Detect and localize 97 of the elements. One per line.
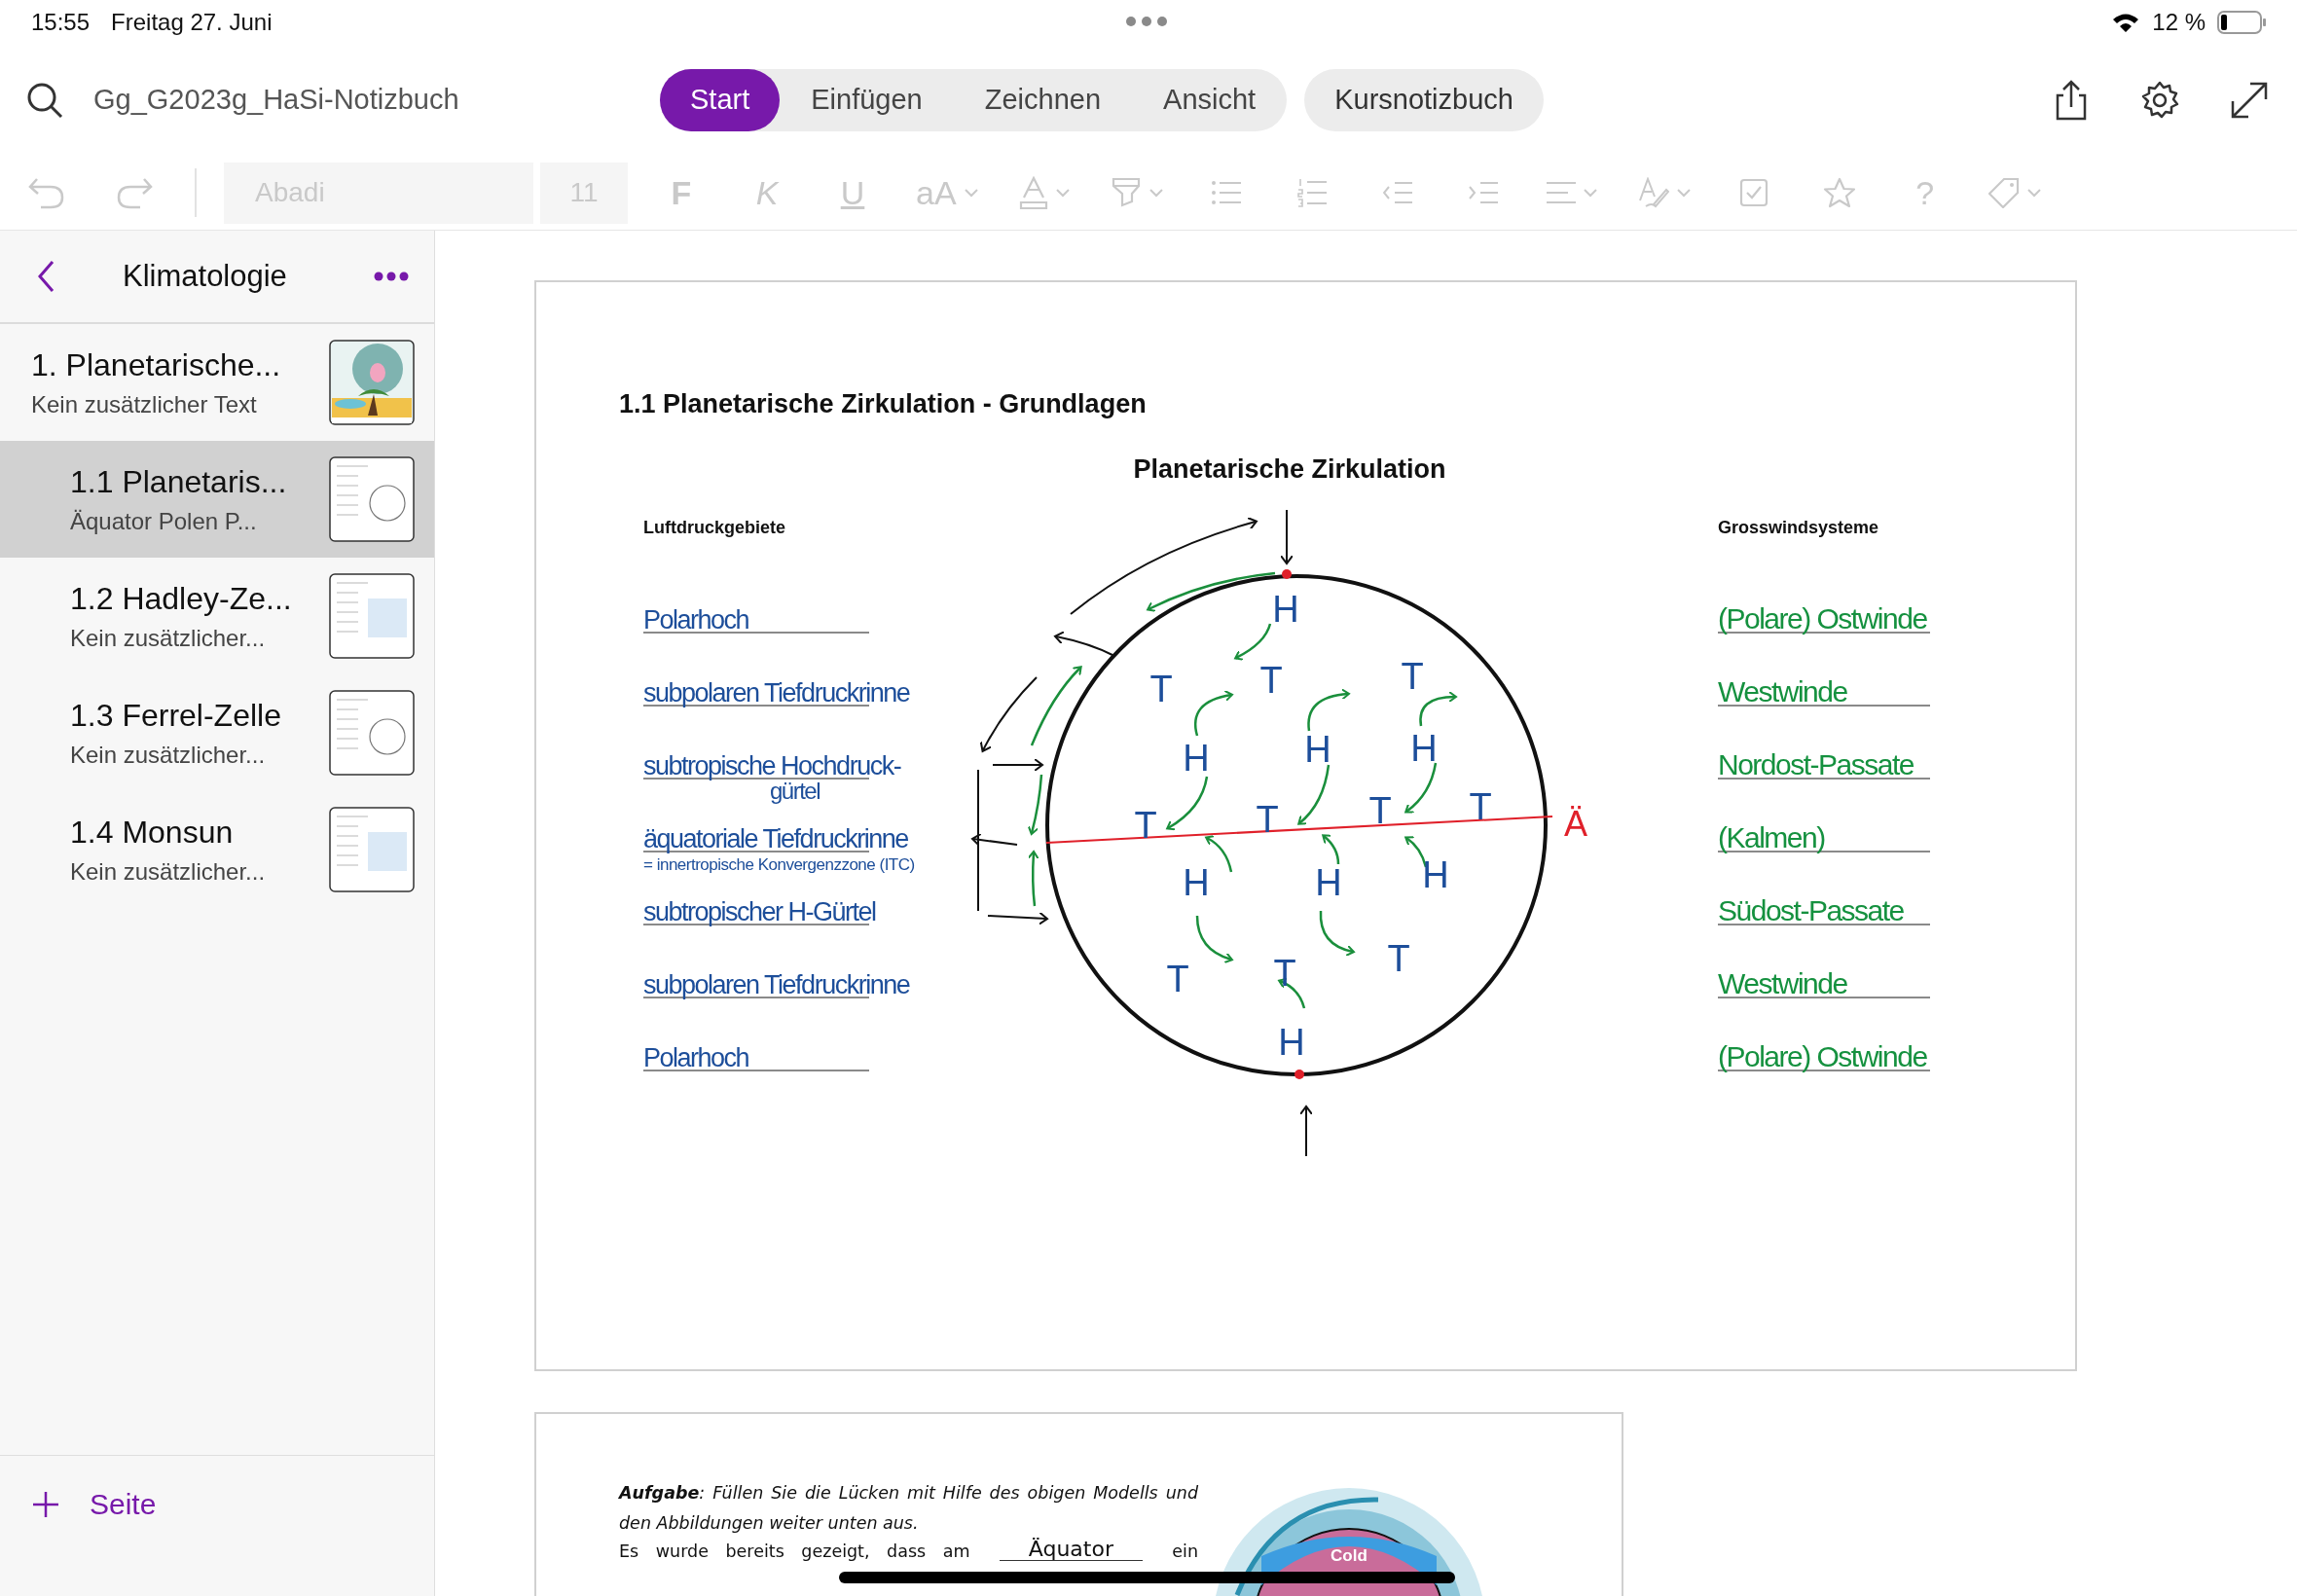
highlighter-icon — [1110, 176, 1142, 209]
back-icon[interactable] — [37, 260, 56, 293]
pressure-letter: T — [1256, 799, 1279, 840]
page-preview: Kein zusätzlicher... — [70, 741, 267, 769]
numbered-list-icon — [1296, 178, 1327, 207]
pressure-letter: T — [1134, 805, 1157, 846]
pressure-letter: H — [1304, 729, 1331, 770]
column-title: Luftdruckgebiete — [643, 518, 786, 538]
pole-marker — [1282, 569, 1292, 579]
pressure-letter: T — [1401, 656, 1424, 697]
pressure-letter: T — [1368, 790, 1392, 831]
caret-icon — [1148, 188, 1163, 198]
handwritten-answer: Westwinde — [1718, 677, 1847, 707]
pole-marker — [1294, 1070, 1304, 1079]
handwritten-answer: Westwinde — [1718, 969, 1847, 998]
page-heading: 1.1 Planetarische Zirkulation - Grundlagen — [619, 389, 1148, 419]
caret-icon — [1676, 188, 1691, 198]
task-paragraph: Aufgabe: Füllen Sie die Lücken mit Hilfe des obigen Modells und den Abbildungen weiter unten aus. — [619, 1482, 1198, 1535]
add-page-label: Seite — [90, 1488, 157, 1521]
handwritten-answer: subpolaren Tiefdruckrinne — [643, 972, 910, 998]
status-date: Freitag 27. Juni — [111, 8, 273, 36]
pen-letter-icon — [1637, 177, 1669, 208]
align-icon — [1546, 181, 1576, 204]
pressure-letter: H — [1183, 862, 1210, 903]
star-icon — [1822, 177, 1856, 208]
handwritten-answer: (Polare) Ostwinde — [1718, 1042, 1927, 1071]
pressure-letter: T — [1149, 669, 1173, 709]
page-list-item[interactable]: 1. Planetarische... Kein zusätzlicher Text — [0, 324, 434, 441]
pressure-letter: H — [1278, 1022, 1305, 1063]
handwritten-answer: subpolaren Tiefdruckrinne — [643, 680, 910, 707]
font-color-icon — [1018, 176, 1048, 209]
status-time: 15:55 — [31, 8, 91, 36]
checkbox-icon — [1738, 178, 1768, 207]
section-title: Klimatologie — [123, 259, 287, 294]
bullet-list-icon — [1211, 180, 1241, 205]
handwritten-answer: äquatoriale Tiefdruckrinne — [643, 826, 908, 852]
page-preview: Kein zusätzlicher... — [70, 624, 267, 652]
more-icon[interactable] — [374, 272, 409, 281]
caret-icon — [964, 188, 978, 198]
column-title: Grosswindsysteme — [1718, 518, 1880, 538]
outdent-icon — [1382, 181, 1412, 204]
caret-icon — [2026, 188, 2041, 198]
pressure-letter: T — [1469, 786, 1492, 827]
handwritten-answer: = innertropische Konvergenzzone (ITC) — [643, 856, 916, 873]
page-title: 1.4 Monsun — [70, 814, 235, 851]
page-title: 1.2 Hadley-Ze... — [70, 580, 293, 617]
sentence-text: Es wurde bereits gezeigt, dass am — [619, 1542, 970, 1561]
pressure-letter: H — [1272, 589, 1299, 630]
class-notebook-button[interactable]: Kursnotizbuch — [1304, 68, 1544, 131]
pressure-letter: H — [1410, 728, 1438, 769]
page-preview: Äquator Polen P... — [70, 507, 258, 535]
battery-icon — [2217, 10, 2268, 34]
settings-icon[interactable] — [2139, 79, 2180, 121]
fill-in-line: Äquator — [999, 1539, 1143, 1561]
handwritten-answer: subtropischer H-Gürtel — [643, 899, 876, 925]
page-preview: Kein zusätzlicher Text — [31, 390, 258, 418]
ribbon-tab[interactable]: Ansicht — [1132, 68, 1288, 131]
battery-percentage: 12 % — [2152, 8, 2206, 36]
handwritten-answer: (Kalmen) — [1718, 823, 1825, 852]
notebook-title: Gg_G2023g_HaSi-Notizbuch — [93, 84, 460, 116]
multitasking-icon[interactable] — [1125, 16, 1168, 27]
handwritten-answer: Nordost-Passate — [1718, 750, 1914, 780]
page-title: 1.3 Ferrel-Zelle — [70, 697, 282, 734]
diagram-title: Planetarische Zirkulation — [1133, 454, 1446, 485]
handwritten-answer: Polarhoch — [643, 607, 749, 634]
page-list-item[interactable]: 1.2 Hadley-Ze... Kein zusätzlicher... — [0, 558, 434, 674]
handwritten-answer: Polarhoch — [643, 1045, 749, 1071]
ribbon-tab[interactable]: Zeichnen — [953, 68, 1133, 131]
figure-label: Cold — [1331, 1546, 1367, 1566]
indent-icon — [1468, 181, 1498, 204]
page-title: 1. Planetarische... — [31, 346, 282, 383]
pressure-letter: T — [1387, 938, 1410, 979]
pressure-letter: H — [1422, 854, 1449, 895]
pressure-letter: H — [1183, 738, 1210, 779]
handwritten-answer: subtropische Hochdruck- — [643, 753, 901, 780]
ribbon-tab[interactable]: Einfügen — [780, 68, 954, 131]
handwritten-answer: (Polare) Ostwinde — [1718, 604, 1927, 634]
page-list-item[interactable]: 1.1 Planetaris... Äquator Polen P... — [0, 441, 434, 558]
tag-icon — [1987, 177, 2020, 208]
handwritten-answer: Südost-Passate — [1718, 896, 1904, 925]
equator-label: Ä — [1564, 803, 1587, 844]
page-preview: Kein zusätzlicher... — [70, 857, 267, 886]
page-title: 1.1 Planetaris... — [70, 463, 288, 500]
pressure-letter: T — [1259, 660, 1283, 701]
add-page-button[interactable]: Seite — [31, 1488, 157, 1521]
pressure-letter: T — [1273, 953, 1296, 994]
caret-icon — [1583, 188, 1597, 198]
plus-icon — [31, 1490, 60, 1519]
ribbon-tab[interactable]: Start — [660, 68, 781, 131]
home-indicator[interactable] — [839, 1572, 1455, 1583]
page-list-item[interactable]: 1.3 Ferrel-Zelle Kein zusätzlicher... — [0, 674, 434, 791]
page-list-item[interactable]: 1.4 Monsun Kein zusätzlicher... — [0, 791, 434, 908]
caret-icon — [1055, 188, 1070, 198]
handwritten-answer: gürtel — [770, 780, 821, 803]
sentence-text: ein — [1172, 1542, 1198, 1561]
pressure-letter: H — [1315, 862, 1342, 903]
pressure-letter: T — [1166, 959, 1189, 999]
